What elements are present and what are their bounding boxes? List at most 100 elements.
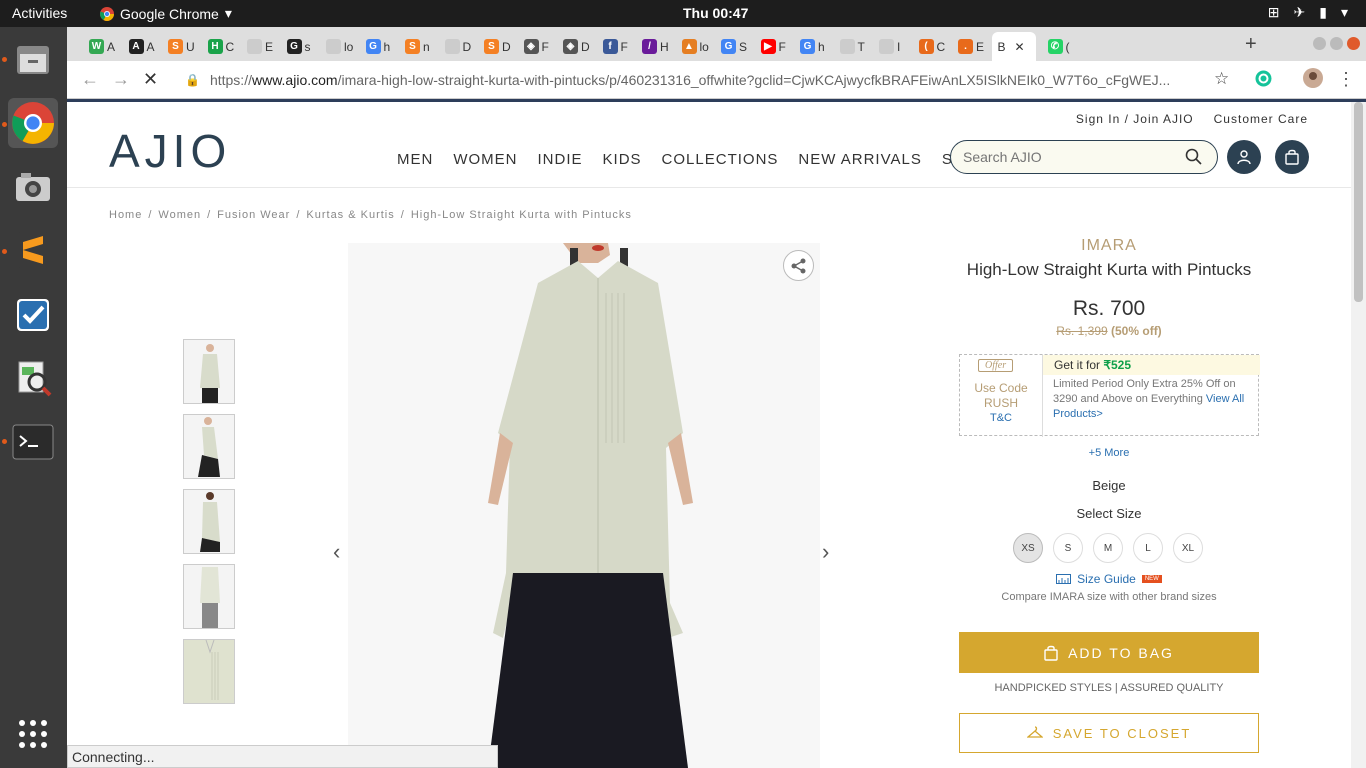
browser-tab[interactable]: AA [123,32,157,61]
nav-new-arrivals[interactable]: NEW ARRIVALS [798,151,921,168]
forward-button[interactable]: → [112,69,130,90]
browser-tab[interactable]: Gh [794,32,828,61]
tc-link[interactable]: T&C [960,411,1042,426]
nav-men[interactable]: MEN [397,151,433,168]
bookmark-star-icon[interactable]: ☆ [1214,69,1229,89]
close-window-button[interactable] [1347,37,1360,50]
tab-title: ( [1065,39,1070,54]
document-viewer-icon[interactable] [8,353,58,403]
bag-button[interactable] [1275,140,1309,174]
tab-favicon-icon: ◈ [563,39,578,54]
share-button[interactable] [783,250,814,281]
browser-tab[interactable]: .E [952,32,986,61]
browser-tab[interactable]: Sn [399,32,433,61]
browser-tab[interactable]: ◈ D [557,32,591,61]
product-thumbnail[interactable] [183,339,235,404]
terminal-icon[interactable] [8,417,58,467]
product-thumbnail[interactable] [183,639,235,704]
browser-tab[interactable]: T [834,32,868,61]
breadcrumb: Home / Women / Fusion Wear / Kurtas & Ku… [109,209,632,221]
close-tab-icon[interactable]: ✕ [1015,40,1025,54]
nav-women[interactable]: WOMEN [453,151,517,168]
tab-title: F [541,39,549,54]
product-thumbnail[interactable] [183,489,235,554]
breadcrumb-kurtas[interactable]: Kurtas & Kurtis [306,209,394,221]
nav-indie[interactable]: INDIE [538,151,583,168]
product-thumbnail[interactable] [183,564,235,629]
url-text[interactable]: https://www.ajio.com/imara-high-low-stra… [210,72,1200,88]
browser-tab[interactable]: I [873,32,907,61]
save-to-closet-button[interactable]: SAVE TO CLOSET [959,713,1259,753]
account-button[interactable] [1227,140,1261,174]
size-option-s[interactable]: S [1053,533,1083,563]
ajio-logo[interactable]: AJIO [109,124,231,178]
prev-image-arrow[interactable]: ‹ [333,539,340,565]
size-option-m[interactable]: M [1093,533,1123,563]
nav-kids[interactable]: KIDS [603,151,642,168]
breadcrumb-home[interactable]: Home [109,209,142,221]
clock[interactable]: Thu 00:47 [683,5,748,21]
browser-tab[interactable]: ▲ lo [676,32,710,61]
scrollbar-thumb[interactable] [1354,102,1363,302]
size-option-xl[interactable]: XL [1173,533,1203,563]
profile-avatar[interactable] [1303,68,1323,93]
show-applications-icon[interactable] [8,709,58,759]
search-icon[interactable] [1185,148,1203,166]
breadcrumb-women[interactable]: Women [158,209,201,221]
product-brand[interactable]: IMARA [959,237,1259,255]
signin-link[interactable]: Sign In / Join AJIO [1076,112,1194,126]
size-guide[interactable]: Size Guide NEW [959,572,1259,586]
minimize-button[interactable] [1313,37,1326,50]
customer-care-link[interactable]: Customer Care [1214,112,1308,126]
tab-title: S [739,39,748,54]
more-offers-link[interactable]: +5 More [959,447,1259,459]
tab-title: F [620,39,628,54]
next-image-arrow[interactable]: › [822,539,829,565]
product-thumbnail[interactable] [183,414,235,479]
browser-tab[interactable]: HC [202,32,236,61]
browser-tab[interactable]: ✆( [1042,32,1076,61]
browser-tab[interactable]: fF [597,32,631,61]
chrome-menu-icon[interactable]: ⋮ [1337,69,1355,90]
vertical-scrollbar[interactable] [1351,102,1366,768]
browser-tab[interactable]: ▶ F [755,32,789,61]
nav-collections[interactable]: COLLECTIONS [662,151,779,168]
browser-tab[interactable]: E [241,32,275,61]
add-to-bag-button[interactable]: ADD TO BAG [959,632,1259,673]
browser-tab[interactable]: lo [320,32,354,61]
new-tab-button[interactable]: + [1245,33,1257,56]
browser-tab[interactable]: WA [83,32,117,61]
sublime-text-icon[interactable] [8,225,58,275]
tab-favicon-icon: / [642,39,657,54]
stop-loading-button[interactable]: ✕ [143,69,158,90]
browser-tab[interactable]: D [439,32,473,61]
tab-favicon-icon: G [365,39,381,54]
breadcrumb-fusion-wear[interactable]: Fusion Wear [217,209,290,221]
browser-tab[interactable]: (C [913,32,947,61]
search-input[interactable] [963,149,1173,165]
tasks-check-icon[interactable] [8,290,58,340]
header-divider [67,187,1351,188]
maximize-button[interactable] [1330,37,1343,50]
size-guide-label[interactable]: Size Guide [1077,572,1136,586]
browser-tab[interactable]: B ✕ [991,32,1036,61]
app-menu[interactable]: Google Chrome ▾ [100,5,232,22]
system-tray[interactable]: ⊞ ✈ ▮ ▾ [1268,4,1348,21]
size-option-l[interactable]: L [1133,533,1163,563]
browser-tab[interactable]: Gs [281,32,315,61]
browser-tab[interactable]: GS [715,32,749,61]
address-bar[interactable]: 🔒 https://www.ajio.com/imara-high-low-st… [177,66,1269,94]
browser-tab[interactable]: SU [162,32,196,61]
chrome-dock-icon[interactable] [8,98,58,148]
camera-icon[interactable] [8,162,58,212]
browser-tab[interactable]: / H [636,32,670,61]
browser-tab[interactable]: SD [478,32,512,61]
browser-tab[interactable]: ◈ F [518,32,552,61]
grammarly-extension-icon[interactable] [1255,70,1272,92]
back-button[interactable]: ← [81,69,99,90]
browser-tab[interactable]: Gh [360,32,394,61]
activities-button[interactable]: Activities [12,5,67,21]
files-icon[interactable] [8,35,58,85]
size-option-xs[interactable]: XS [1013,533,1043,563]
product-main-image[interactable] [348,243,820,768]
